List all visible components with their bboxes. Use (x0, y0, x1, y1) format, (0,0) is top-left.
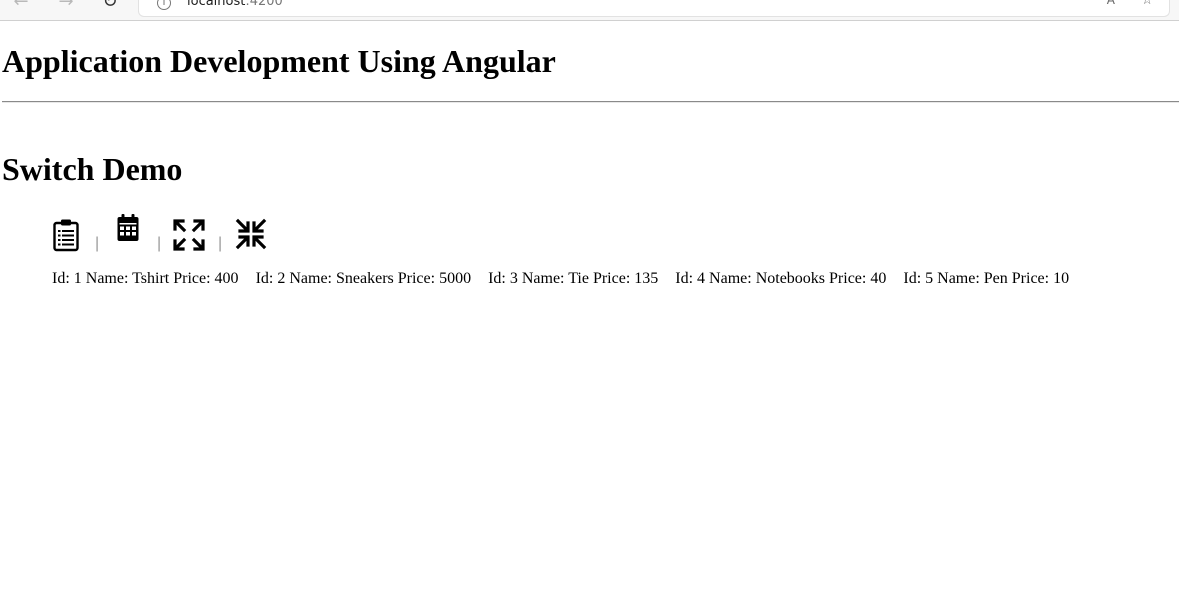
separator: | (218, 235, 223, 252)
app-title: Application Development Using Angular (2, 43, 556, 79)
list-item: Id: 2 Name: Sneakers Price: 5000 (255, 270, 472, 287)
back-arrow-icon[interactable]: ← (10, 0, 32, 13)
list-item: Id: 1 Name: Tshirt Price: 400 (52, 270, 239, 287)
separator: | (157, 235, 162, 252)
horizontal-rule (2, 101, 1179, 103)
list-item: Id: 3 Name: Tie Price: 135 (488, 270, 659, 287)
reload-icon[interactable]: ↻ (99, 0, 121, 13)
address-host: localhost (187, 0, 246, 9)
site-info-icon[interactable]: i (157, 0, 171, 10)
address-url[interactable]: localhost:4200 (187, 0, 283, 9)
list-item: Id: 4 Name: Notebooks Price: 40 (675, 270, 887, 287)
expand-icon[interactable] (173, 219, 205, 256)
product-list: Id: 1 Name: Tshirt Price: 400 Id: 2 Name:… (52, 269, 1086, 289)
add-favorite-icon[interactable]: ☆ (1141, 0, 1153, 8)
list-item: Id: 5 Name: Pen Price: 10 (903, 270, 1070, 287)
address-bar[interactable]: i localhost:4200 A˙ ☆ (138, 0, 1170, 17)
browser-toolbar: ← → ↻ i localhost:4200 A˙ ☆ (0, 0, 1179, 21)
clipboard-list-icon[interactable] (52, 218, 80, 257)
compress-icon[interactable] (235, 218, 267, 255)
forward-arrow-icon[interactable]: → (55, 0, 77, 13)
calendar-icon[interactable] (116, 213, 140, 248)
section-title: Switch Demo (2, 151, 183, 187)
separator: | (95, 235, 100, 252)
address-port: :4200 (245, 0, 283, 9)
icon-switch-row: | | | (52, 213, 292, 255)
read-aloud-icon[interactable]: A˙ (1107, 0, 1121, 7)
